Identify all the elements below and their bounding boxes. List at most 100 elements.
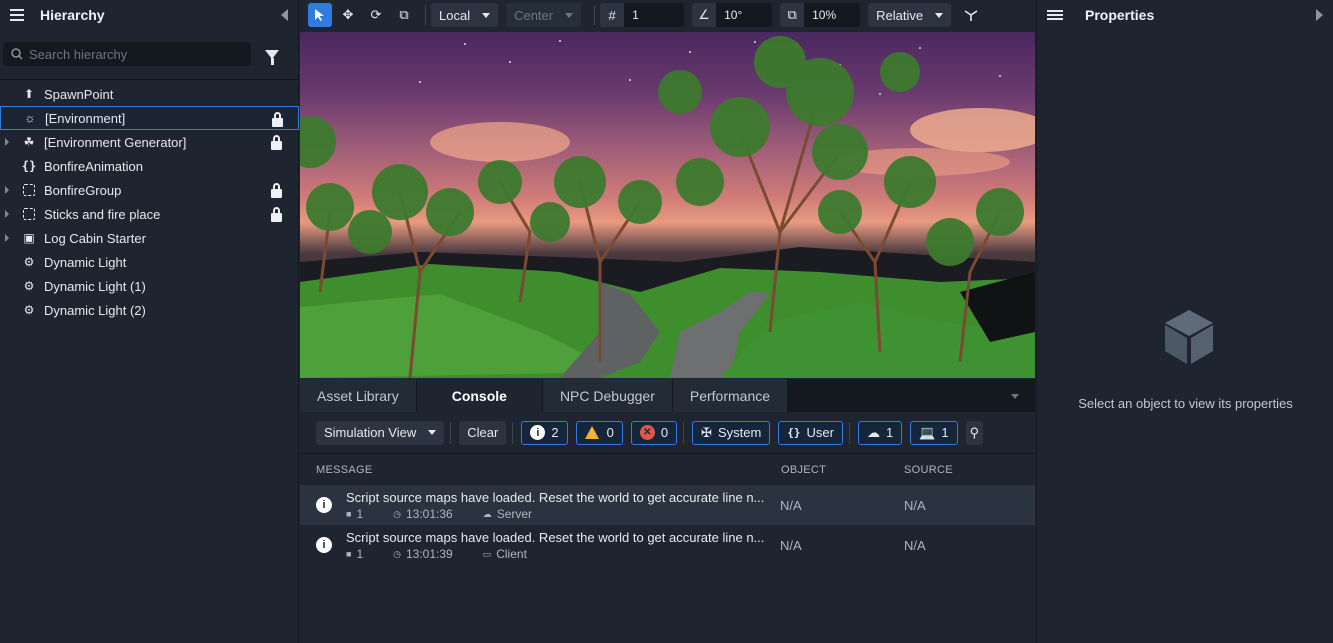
system-filter-toggle[interactable]: ✠ System: [692, 420, 771, 445]
log-object: N/A: [780, 538, 802, 553]
scene-viewport[interactable]: [300, 32, 1035, 378]
rotation-snap-input[interactable]: 10°: [716, 3, 773, 27]
select-tool-button[interactable]: [308, 3, 332, 27]
client-filter-toggle[interactable]: 💻 1: [910, 420, 958, 445]
tab-performance[interactable]: Performance: [672, 379, 788, 412]
toolbar-separator: [594, 5, 596, 25]
chevron-down-icon: [935, 12, 944, 18]
lock-icon[interactable]: [271, 207, 282, 222]
expand-arrow-icon[interactable]: [5, 234, 9, 242]
move-tool-button[interactable]: ✥: [336, 3, 360, 27]
chevron-down-icon[interactable]: [1011, 394, 1019, 399]
scale-tool-button[interactable]: ⧉: [392, 3, 416, 27]
log-origin-value: Client: [496, 547, 527, 561]
collapse-panel-icon[interactable]: [281, 9, 288, 21]
log-row[interactable]: i Script source maps have loaded. Reset …: [300, 485, 1035, 525]
rotation-snap-toggle[interactable]: ∠: [692, 3, 717, 27]
scale-snap-input[interactable]: 10%: [804, 3, 861, 27]
tree-item-bonfiregroup[interactable]: BonfireGroup: [0, 178, 299, 202]
user-filter-toggle[interactable]: {} User: [778, 420, 843, 445]
error-count: 0: [660, 425, 669, 440]
log-row[interactable]: i Script source maps have loaded. Reset …: [300, 525, 1035, 565]
tab-npc-debugger[interactable]: NPC Debugger: [542, 379, 672, 412]
comment-icon: ■: [346, 509, 352, 519]
chevron-down-icon: [428, 430, 437, 435]
tree-item-dynamic-light-2[interactable]: ⚙ Dynamic Light (2): [0, 298, 299, 322]
log-source: N/A: [904, 498, 926, 513]
tree-item-label: Sticks and fire place: [44, 206, 161, 222]
tree-item-label: BonfireGroup: [44, 182, 122, 198]
tree-item-spawnpoint[interactable]: ⬆ SpawnPoint: [0, 82, 299, 106]
hamburger-menu-icon[interactable]: [10, 9, 24, 21]
rotate-icon: ⟳: [370, 7, 382, 22]
system-fork-icon: ✠: [701, 424, 712, 440]
grid-snap-toggle[interactable]: #: [600, 3, 625, 27]
search-icon: [11, 48, 23, 60]
rotate-tool-button[interactable]: ⟳: [364, 3, 388, 27]
info-icon: i: [316, 497, 332, 513]
error-icon: ✕: [639, 425, 655, 440]
log-count: ■ 1: [346, 507, 363, 521]
log-origin: ▭ Client: [483, 547, 527, 561]
editor-window: Hierarchy ⬆ SpawnPoint ☼ [Environment]: [0, 0, 1333, 643]
transform-axis-button[interactable]: [959, 3, 983, 27]
tab-console[interactable]: Console: [416, 379, 542, 412]
error-filter-toggle[interactable]: ✕ 0: [630, 420, 678, 445]
tree-item-log-cabin-starter[interactable]: ▣ Log Cabin Starter: [0, 226, 299, 250]
tree-item-sticks-and-fire-place[interactable]: Sticks and fire place: [0, 202, 299, 226]
log-time-value: 13:01:39: [405, 547, 453, 561]
hierarchy-header: Hierarchy: [0, 0, 298, 30]
scale-snap-toggle[interactable]: ⧉: [780, 3, 805, 27]
scale-snap-icon: ⧉: [787, 7, 797, 22]
tree-item-bonfireanimation[interactable]: {} BonfireAnimation: [0, 154, 299, 178]
column-source: SOURCE: [904, 464, 953, 476]
hierarchy-search-input[interactable]: [29, 46, 239, 62]
group-dashed-icon: [22, 207, 36, 221]
tree-item-label: Log Cabin Starter: [44, 230, 146, 246]
expand-arrow-icon[interactable]: [5, 186, 9, 194]
log-origin: ☁ Server: [483, 507, 532, 521]
pivot-mode-value: Center: [514, 7, 554, 23]
grid-snap-input[interactable]: 1: [624, 3, 685, 27]
grid-hash-icon: #: [608, 7, 616, 23]
dynamic-light-icon: ⚙: [23, 279, 35, 293]
warning-icon: [584, 426, 599, 439]
hierarchy-search-box[interactable]: [3, 42, 251, 66]
lock-icon[interactable]: [271, 135, 282, 150]
environment-generator-icon: ☘: [23, 135, 35, 149]
tree-item-dynamic-light[interactable]: ⚙ Dynamic Light: [0, 250, 299, 274]
chevron-down-icon: [482, 12, 491, 18]
log-message: Script source maps have loaded. Reset th…: [346, 530, 765, 545]
warning-filter-toggle[interactable]: 0: [575, 420, 623, 445]
warning-count: 0: [606, 425, 614, 440]
log-message: Script source maps have loaded. Reset th…: [346, 490, 765, 505]
toolbar-separator: [450, 421, 452, 444]
view-mode-dropdown[interactable]: Simulation View: [316, 420, 445, 445]
tree-item-environment[interactable]: ☼ [Environment]: [0, 106, 299, 130]
hierarchy-panel: Hierarchy ⬆ SpawnPoint ☼ [Environment]: [0, 0, 299, 643]
collapse-panel-icon[interactable]: [1316, 9, 1323, 21]
more-filters-button[interactable]: ⚲: [965, 420, 984, 445]
lock-icon[interactable]: [271, 183, 282, 198]
properties-title: Properties: [1085, 7, 1155, 23]
tab-asset-library[interactable]: Asset Library: [300, 379, 416, 412]
tree-item-dynamic-light-1[interactable]: ⚙ Dynamic Light (1): [0, 274, 299, 298]
tree-item-label: [Environment Generator]: [44, 134, 187, 150]
clear-button[interactable]: Clear: [459, 420, 507, 445]
tree-item-label: BonfireAnimation: [44, 158, 143, 174]
console-filter-bar: Simulation View Clear i2 0 ✕ 0 ✠ System {}…: [300, 412, 1035, 454]
tree-item-environment-generator[interactable]: ☘ [Environment Generator]: [0, 130, 299, 154]
column-message: MESSAGE: [316, 464, 373, 476]
relative-mode-dropdown[interactable]: Relative: [868, 3, 952, 27]
laptop-icon: 💻: [919, 424, 936, 440]
filter-icon[interactable]: [265, 49, 279, 65]
laptop-icon: ▭: [482, 548, 492, 559]
expand-arrow-icon[interactable]: [5, 138, 9, 146]
space-mode-dropdown[interactable]: Local: [431, 3, 499, 27]
info-filter-toggle[interactable]: i2: [521, 420, 568, 445]
expand-arrow-icon[interactable]: [5, 210, 9, 218]
pivot-mode-dropdown[interactable]: Center: [506, 3, 582, 27]
server-filter-toggle[interactable]: ☁ 1: [858, 420, 903, 445]
lock-icon[interactable]: [272, 112, 283, 127]
log-column-headers: MESSAGE OBJECT SOURCE: [300, 455, 1035, 484]
